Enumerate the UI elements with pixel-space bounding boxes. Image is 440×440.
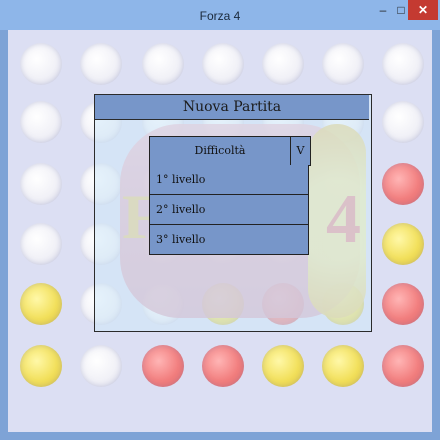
difficulty-label: Difficoltà [150,137,291,165]
board-disc-red[interactable] [382,283,424,325]
board-disc-white[interactable] [80,345,122,387]
board-disc-yellow[interactable] [382,223,424,265]
difficulty-option-level-3[interactable]: 3° livello [149,225,309,255]
board-disc-white[interactable] [202,43,244,85]
board-disc-white[interactable] [20,43,62,85]
board-disc-yellow[interactable] [20,345,62,387]
dialog-title: Nuova Partita [95,95,369,120]
board-disc-red[interactable] [382,163,424,205]
board-disc-white[interactable] [382,43,424,85]
close-button[interactable]: ✕ [408,0,438,20]
board-disc-yellow[interactable] [262,345,304,387]
board-disc-yellow[interactable] [20,283,62,325]
board-disc-red[interactable] [142,345,184,387]
board-disc-yellow[interactable] [322,345,364,387]
difficulty-option-level-2[interactable]: 2° livello [149,195,309,225]
new-game-dialog: Nuova Partita Difficoltà V 1° livello 2°… [94,94,372,332]
board-disc-white[interactable] [262,43,304,85]
board-disc-red[interactable] [382,345,424,387]
dropdown-arrow-icon[interactable]: V [291,137,310,165]
board-disc-red[interactable] [202,345,244,387]
difficulty-dropdown[interactable]: Difficoltà V [149,136,311,166]
board-disc-white[interactable] [142,43,184,85]
maximize-button[interactable]: □ [394,0,408,20]
window-title-bar[interactable]: Forza 4 – □ ✕ [0,0,440,30]
board-disc-white[interactable] [80,43,122,85]
board-disc-white[interactable] [20,101,62,143]
board-disc-white[interactable] [382,101,424,143]
difficulty-option-level-1[interactable]: 1° livello [149,165,309,195]
game-area: F 4 Nuova Partita Difficoltà V 1° livell… [8,30,432,432]
minimize-button[interactable]: – [372,0,394,20]
board-disc-white[interactable] [322,43,364,85]
board-disc-white[interactable] [20,223,62,265]
board-disc-white[interactable] [20,163,62,205]
